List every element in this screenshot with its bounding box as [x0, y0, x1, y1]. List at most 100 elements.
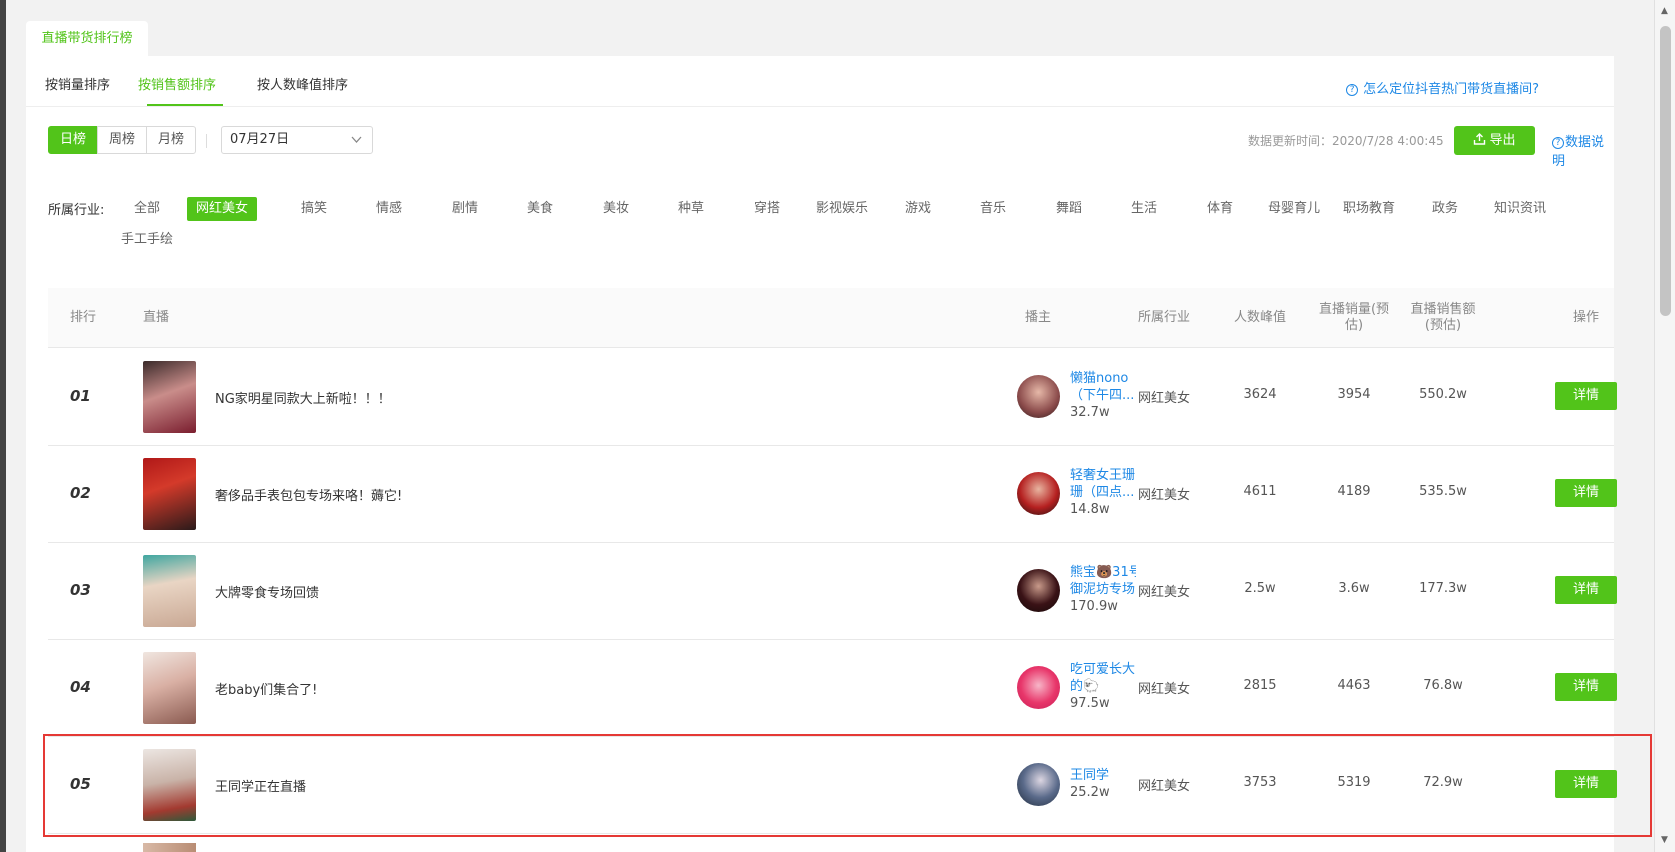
industry-item[interactable]: 手工手绘: [116, 228, 178, 252]
detail-button[interactable]: 详情: [1555, 673, 1617, 701]
detail-button[interactable]: 详情: [1555, 479, 1617, 507]
peak-cell: 4611: [1243, 484, 1277, 499]
industry-item[interactable]: 音乐: [968, 197, 1018, 221]
table-row: 01 NG家明星同款大上新啦！！！ 懒猫nono （下午四... 32.7w 网…: [48, 349, 1617, 446]
industry-item[interactable]: 影视娱乐: [811, 197, 873, 221]
th-sales-amount: 直播销售额 (预估): [1398, 288, 1488, 348]
live-title[interactable]: 老baby们集合了!: [215, 679, 317, 698]
period-monthly-button[interactable]: 月榜: [146, 126, 197, 154]
sort-tabs: 按销量排序 按销售额排序 按人数峰值排序 ? 怎么定位抖音热门带货直播间?: [26, 56, 1614, 107]
th-anchor: 播主: [1024, 310, 1051, 325]
anchor-name-line1: 轻奢女王珊: [1070, 468, 1136, 483]
next-row-cover-partial: [143, 843, 196, 852]
help-link[interactable]: ? 怎么定位抖音热门带货直播间?: [1346, 78, 1539, 97]
fans-count: 14.8w: [1070, 502, 1110, 517]
active-tab-underline: [147, 104, 223, 106]
rank-number: 01: [70, 387, 91, 405]
table-row: 03 大牌零食专场回馈 熊宝🐻31号 御泥坊专场 170.9w 网红美女 2.5…: [48, 543, 1617, 640]
sort-tab-by-amount[interactable]: 按销售额排序: [138, 74, 216, 93]
anchor-name-line1: 熊宝🐻31号: [1070, 565, 1136, 580]
live-cover-image[interactable]: [143, 458, 196, 530]
volume-cell: 3.6w: [1338, 581, 1370, 596]
detail-button[interactable]: 详情: [1555, 382, 1617, 410]
anchor-name-line1: 吃可爱长大: [1070, 662, 1136, 677]
fans-count: 170.9w: [1070, 599, 1118, 614]
avatar[interactable]: [1017, 569, 1060, 612]
live-cover-image[interactable]: [143, 555, 196, 627]
volume-cell: 4463: [1337, 678, 1371, 693]
industry-item[interactable]: 搞笑: [289, 197, 339, 221]
industry-cell: 网红美女: [1137, 682, 1190, 697]
rank-number: 03: [70, 581, 91, 599]
industry-item[interactable]: 美妆: [591, 197, 641, 221]
live-title[interactable]: 大牌零食专场回馈: [215, 582, 319, 601]
upload-icon: [1474, 133, 1486, 145]
th-sales-amount-line1: 直播销售额: [1410, 302, 1476, 317]
volume-cell: 4189: [1337, 484, 1371, 499]
industry-cell: 网红美女: [1137, 391, 1190, 406]
live-cover-image[interactable]: [143, 361, 196, 433]
industry-item[interactable]: 体育: [1195, 197, 1245, 221]
live-cover-image[interactable]: [143, 652, 196, 724]
industry-item[interactable]: 舞蹈: [1044, 197, 1094, 221]
industry-item[interactable]: 母婴育儿: [1263, 197, 1325, 221]
table-header: 排行 直播 播主 所属行业 人数峰值 直播销量(预 估) 直播销售额 (预估) …: [48, 288, 1614, 348]
sort-tab-by-peak[interactable]: 按人数峰值排序: [257, 74, 348, 93]
live-title[interactable]: 奢侈品手表包包专场来咯！薅它!: [215, 485, 402, 504]
fans-count: 97.5w: [1070, 696, 1110, 711]
window-left-edge: [0, 0, 6, 852]
industry-item[interactable]: 生活: [1119, 197, 1169, 221]
industry-label: 所属行业:: [48, 203, 105, 218]
peak-cell: 2.5w: [1244, 581, 1276, 596]
th-action: 操作: [1572, 310, 1599, 325]
industry-item[interactable]: 剧情: [440, 197, 490, 221]
scrollbar-thumb[interactable]: [1660, 26, 1671, 316]
page-scrollbar[interactable]: ▲ ▼: [1654, 0, 1675, 852]
industry-item[interactable]: 情感: [364, 197, 414, 221]
avatar[interactable]: [1017, 472, 1060, 515]
rank-number: 04: [70, 678, 91, 696]
th-peak: 人数峰值: [1233, 310, 1286, 325]
peak-cell: 2815: [1243, 678, 1277, 693]
industry-item[interactable]: 游戏: [893, 197, 943, 221]
industry-item[interactable]: 知识资讯: [1489, 197, 1551, 221]
period-daily-button[interactable]: 日榜: [48, 126, 99, 154]
industry-item[interactable]: 美食: [515, 197, 565, 221]
amount-cell: 550.2w: [1419, 387, 1467, 402]
detail-button[interactable]: 详情: [1555, 576, 1617, 604]
industry-item[interactable]: 职场教育: [1338, 197, 1400, 221]
industry-item[interactable]: 穿搭: [742, 197, 792, 221]
divider: [206, 134, 207, 148]
help-circle-icon: ?: [1346, 84, 1359, 96]
industry-cell: 网红美女: [1137, 585, 1190, 600]
avatar[interactable]: [1017, 375, 1060, 418]
data-description-link[interactable]: ? 数据说明: [1552, 131, 1614, 169]
export-button[interactable]: 导出: [1454, 126, 1535, 155]
scroll-up-arrow-icon[interactable]: ▲: [1661, 6, 1668, 16]
th-sales-volume: 直播销量(预 估): [1306, 288, 1402, 348]
live-title[interactable]: NG家明星同款大上新啦！！！: [215, 388, 391, 407]
th-sales-volume-line1: 直播销量(预: [1318, 302, 1390, 317]
table-row: 04 老baby们集合了! 吃可爱长大 的🐑 97.5w 网红美女 2815 4…: [48, 640, 1617, 737]
period-weekly-button[interactable]: 周榜: [97, 126, 148, 154]
volume-cell: 3954: [1337, 387, 1371, 402]
industry-item[interactable]: 全部: [122, 197, 172, 221]
sort-tab-by-volume[interactable]: 按销量排序: [45, 74, 110, 93]
industry-item[interactable]: 政务: [1422, 197, 1468, 221]
th-sales-amount-line2: (预估): [1424, 318, 1462, 333]
th-live: 直播: [142, 310, 169, 325]
amount-cell: 76.8w: [1423, 678, 1463, 693]
th-sales-volume-line2: 估): [1344, 318, 1364, 333]
period-toggle: 日榜 周榜 月榜: [48, 126, 197, 154]
amount-cell: 535.5w: [1419, 484, 1467, 499]
tab-live-sales-ranking[interactable]: 直播带货排行榜: [26, 21, 148, 56]
fans-count: 32.7w: [1070, 405, 1110, 420]
main-panel: 按销量排序 按销售额排序 按人数峰值排序 ? 怎么定位抖音热门带货直播间? 日榜 …: [26, 56, 1617, 852]
th-rank: 排行: [69, 310, 96, 325]
avatar[interactable]: [1017, 666, 1060, 709]
industry-item[interactable]: 种草: [666, 197, 716, 221]
scroll-down-arrow-icon[interactable]: ▼: [1661, 835, 1668, 845]
industry-item-active[interactable]: 网红美女: [187, 197, 257, 221]
peak-cell: 3624: [1243, 387, 1277, 402]
date-select[interactable]: 07月27日: [221, 126, 373, 154]
